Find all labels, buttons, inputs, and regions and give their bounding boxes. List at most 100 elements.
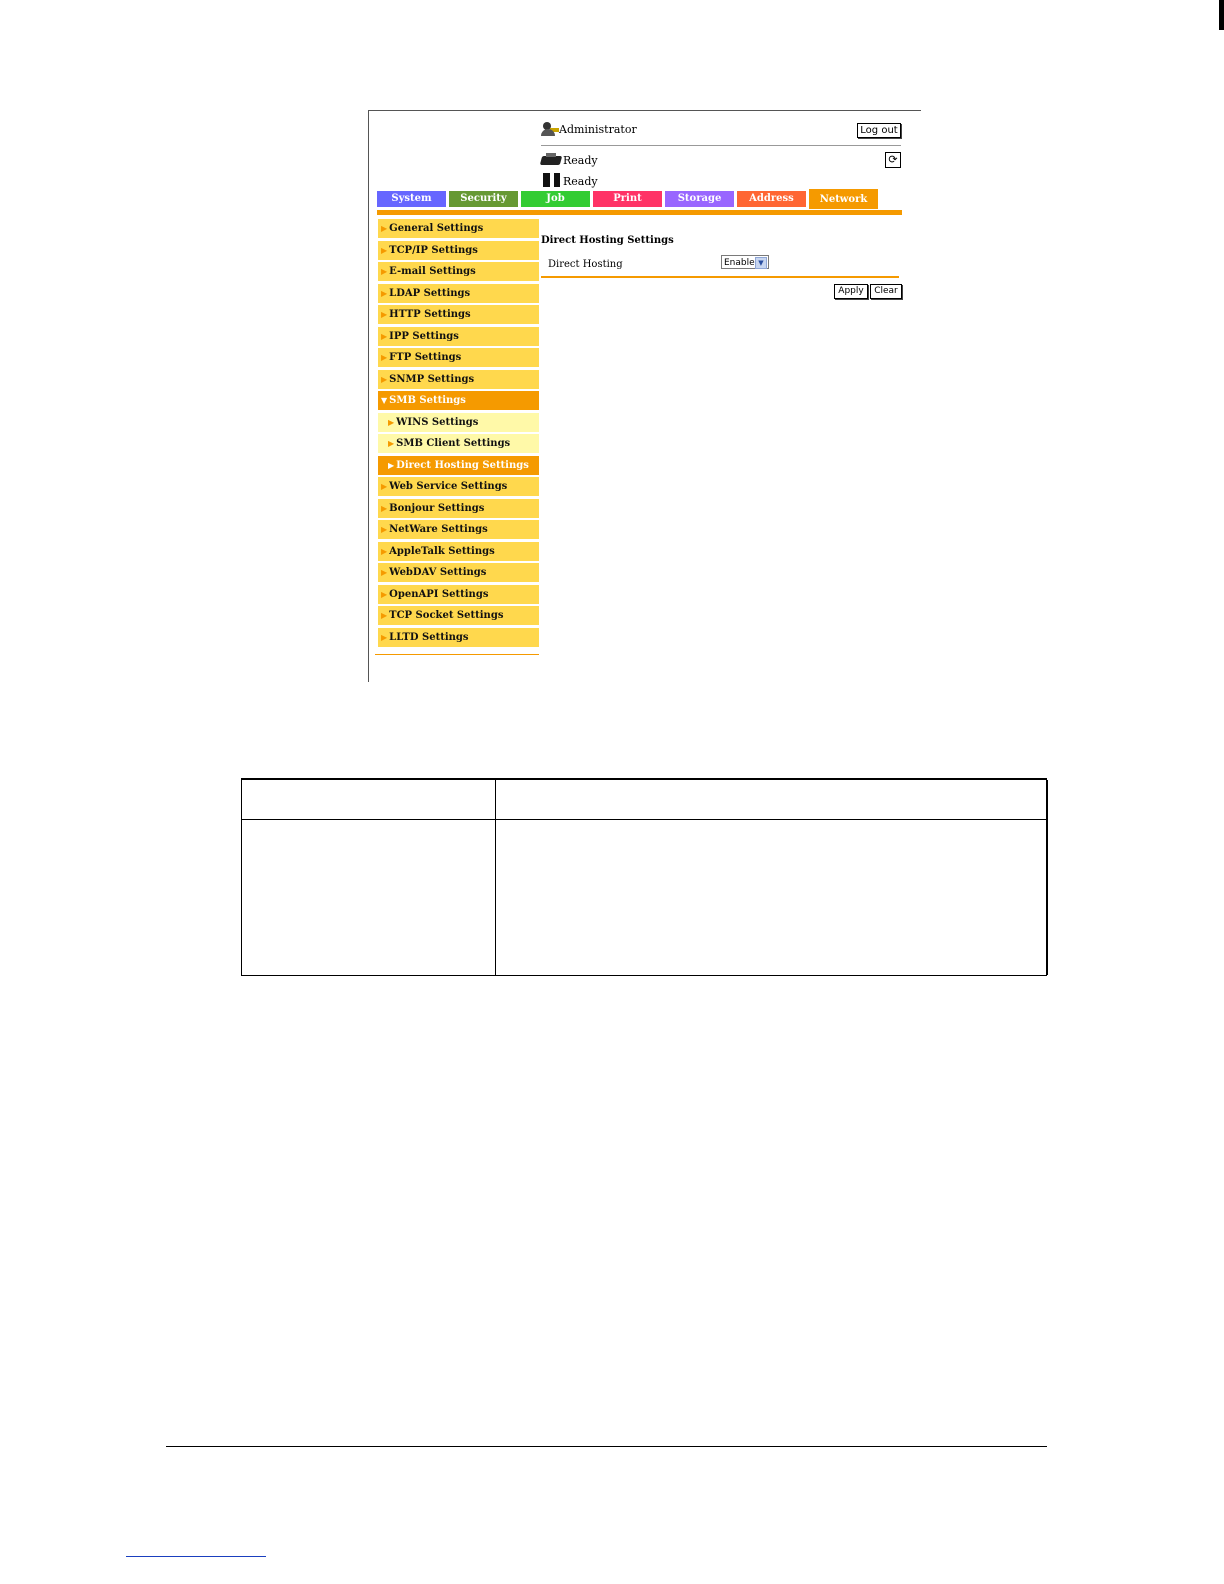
sidebar-item-web-service-settings[interactable]: ▶ Web Service Settings (378, 477, 539, 496)
sidebar-item-label: AppleTalk Settings (389, 545, 495, 557)
sidebar-item-label: IPP Settings (389, 330, 459, 342)
sidebar-item-tcp-socket-settings[interactable]: ▶ TCP Socket Settings (378, 606, 539, 625)
sidebar-item-label: OpenAPI Settings (389, 588, 489, 600)
administrator-icon (541, 122, 559, 136)
page-edge-marker (1219, 0, 1224, 30)
clear-button[interactable]: Clear (870, 284, 902, 299)
sidebar-item-general-settings[interactable]: ▶ General Settings (378, 219, 539, 238)
sidebar-item-label: LLTD Settings (389, 631, 469, 643)
content-divider (541, 276, 899, 278)
triangle-right-icon: ▶ (388, 438, 395, 448)
triangle-right-icon: ▶ (381, 223, 388, 233)
sidebar-item-label: SMB Client Settings (396, 438, 511, 449)
triangle-right-icon: ▶ (381, 287, 388, 298)
triangle-right-icon: ▶ (381, 330, 388, 341)
table-right-edge (1047, 780, 1048, 975)
sidebar-item-ftp-settings[interactable]: ▶ FTP Settings (378, 348, 539, 367)
sidebar-item-e-mail-settings[interactable]: ▶ E-mail Settings (378, 262, 539, 281)
header-divider (541, 145, 901, 146)
sidebar-item-tcp-ip-settings[interactable]: ▶ TCP/IP Settings (378, 240, 539, 260)
main-tabs: System Security Job Print Storage Addres… (377, 189, 881, 209)
sidebar-item-label: Bonjour Settings (389, 502, 485, 514)
printer-status-text: Ready (563, 154, 598, 167)
sidebar-item-label: WINS Settings (396, 416, 479, 428)
footer-link-underline (126, 1556, 266, 1557)
tab-storage[interactable]: Storage (665, 191, 734, 207)
direct-hosting-value: Enable (724, 258, 755, 268)
triangle-down-icon: ▼ (381, 395, 388, 405)
sidebar-item-label: LDAP Settings (389, 287, 471, 299)
description-table (241, 778, 1048, 976)
tab-job[interactable]: Job (521, 191, 590, 207)
sidebar-item-ldap-settings[interactable]: ▶ LDAP Settings (378, 283, 539, 303)
printer-icon (541, 153, 563, 167)
sidebar-bottom-rule (375, 654, 539, 655)
sidebar-item-direct-hosting-settings[interactable]: ▶ Direct Hosting Settings (378, 455, 539, 475)
printer-status: Ready (541, 153, 598, 167)
tab-print[interactable]: Print (593, 191, 662, 207)
triangle-right-icon: ▶ (381, 309, 388, 319)
scanner-status: Ready (541, 171, 598, 188)
sidebar-item-label: WebDAV Settings (389, 567, 487, 578)
tab-system[interactable]: System (377, 191, 446, 207)
triangle-right-icon: ▶ (381, 567, 388, 577)
triangle-right-icon: ▶ (381, 588, 388, 599)
sidebar-item-snmp-settings[interactable]: ▶ SNMP Settings (378, 369, 539, 389)
triangle-right-icon: ▶ (381, 481, 388, 491)
logout-button[interactable]: Log out (857, 123, 901, 138)
sidebar-nav: ▶ General Settings ▶ TCP/IP Settings ▶ E-mail… (378, 219, 539, 649)
user-info: Administrator (541, 122, 637, 136)
triangle-right-icon: ▶ (381, 373, 388, 384)
sidebar-item-smb-settings[interactable]: ▼ SMB Settings (378, 391, 539, 410)
sidebar-item-label: TCP/IP Settings (389, 244, 478, 256)
sidebar-item-label: E-mail Settings (389, 266, 476, 277)
triangle-right-icon: ▶ (381, 352, 388, 362)
sidebar-item-label: NetWare Settings (389, 524, 488, 535)
sidebar-item-label: SNMP Settings (389, 373, 475, 385)
triangle-right-icon: ▶ (381, 610, 388, 620)
triangle-right-icon: ▶ (388, 459, 395, 470)
direct-hosting-label: Direct Hosting (548, 259, 623, 270)
triangle-right-icon: ▶ (388, 416, 395, 427)
tab-underline (377, 210, 902, 215)
sidebar-item-http-settings[interactable]: ▶ HTTP Settings (378, 305, 539, 324)
scanner-status-text: Ready (563, 175, 598, 188)
tab-address[interactable]: Address (737, 191, 806, 207)
direct-hosting-select[interactable]: Enable ▼ (721, 255, 769, 269)
footer-rule (166, 1446, 1047, 1447)
triangle-right-icon: ▶ (381, 244, 388, 255)
sidebar-item-webdav-settings[interactable]: ▶ WebDAV Settings (378, 563, 539, 582)
refresh-icon[interactable]: ⟳ (885, 152, 901, 168)
tab-security[interactable]: Security (449, 191, 518, 207)
sidebar-item-openapi-settings[interactable]: ▶ OpenAPI Settings (378, 584, 539, 604)
sidebar-item-label: Web Service Settings (389, 481, 508, 492)
section-title: Direct Hosting Settings (541, 235, 674, 246)
table-column-divider (495, 780, 496, 975)
scanner-icon (541, 171, 563, 188)
triangle-right-icon: ▶ (381, 266, 388, 276)
sidebar-item-label: TCP Socket Settings (389, 610, 504, 621)
sidebar-item-netware-settings[interactable]: ▶ NetWare Settings (378, 520, 539, 539)
triangle-right-icon: ▶ (381, 524, 388, 534)
sidebar-item-label: General Settings (389, 223, 484, 234)
apply-button[interactable]: Apply (834, 284, 868, 299)
sidebar-item-lltd-settings[interactable]: ▶ LLTD Settings (378, 627, 539, 647)
screenshot-frame-top (368, 110, 921, 111)
triangle-right-icon: ▶ (381, 631, 388, 642)
table-header-divider (242, 819, 1046, 820)
tab-network[interactable]: Network (809, 189, 878, 209)
sidebar-item-label: SMB Settings (389, 395, 466, 406)
sidebar-item-wins-settings[interactable]: ▶ WINS Settings (378, 412, 539, 432)
triangle-right-icon: ▶ (381, 502, 388, 513)
sidebar-item-label: FTP Settings (389, 352, 462, 363)
screenshot-frame-left (368, 110, 369, 682)
sidebar-item-smb-client-settings[interactable]: ▶ SMB Client Settings (378, 434, 539, 453)
sidebar-item-label: HTTP Settings (389, 309, 471, 320)
chevron-down-icon[interactable]: ▼ (755, 257, 767, 269)
user-label: Administrator (559, 123, 637, 136)
sidebar-item-appletalk-settings[interactable]: ▶ AppleTalk Settings (378, 541, 539, 561)
triangle-right-icon: ▶ (381, 545, 388, 556)
sidebar-item-label: Direct Hosting Settings (396, 459, 529, 471)
sidebar-item-ipp-settings[interactable]: ▶ IPP Settings (378, 326, 539, 346)
sidebar-item-bonjour-settings[interactable]: ▶ Bonjour Settings (378, 498, 539, 518)
